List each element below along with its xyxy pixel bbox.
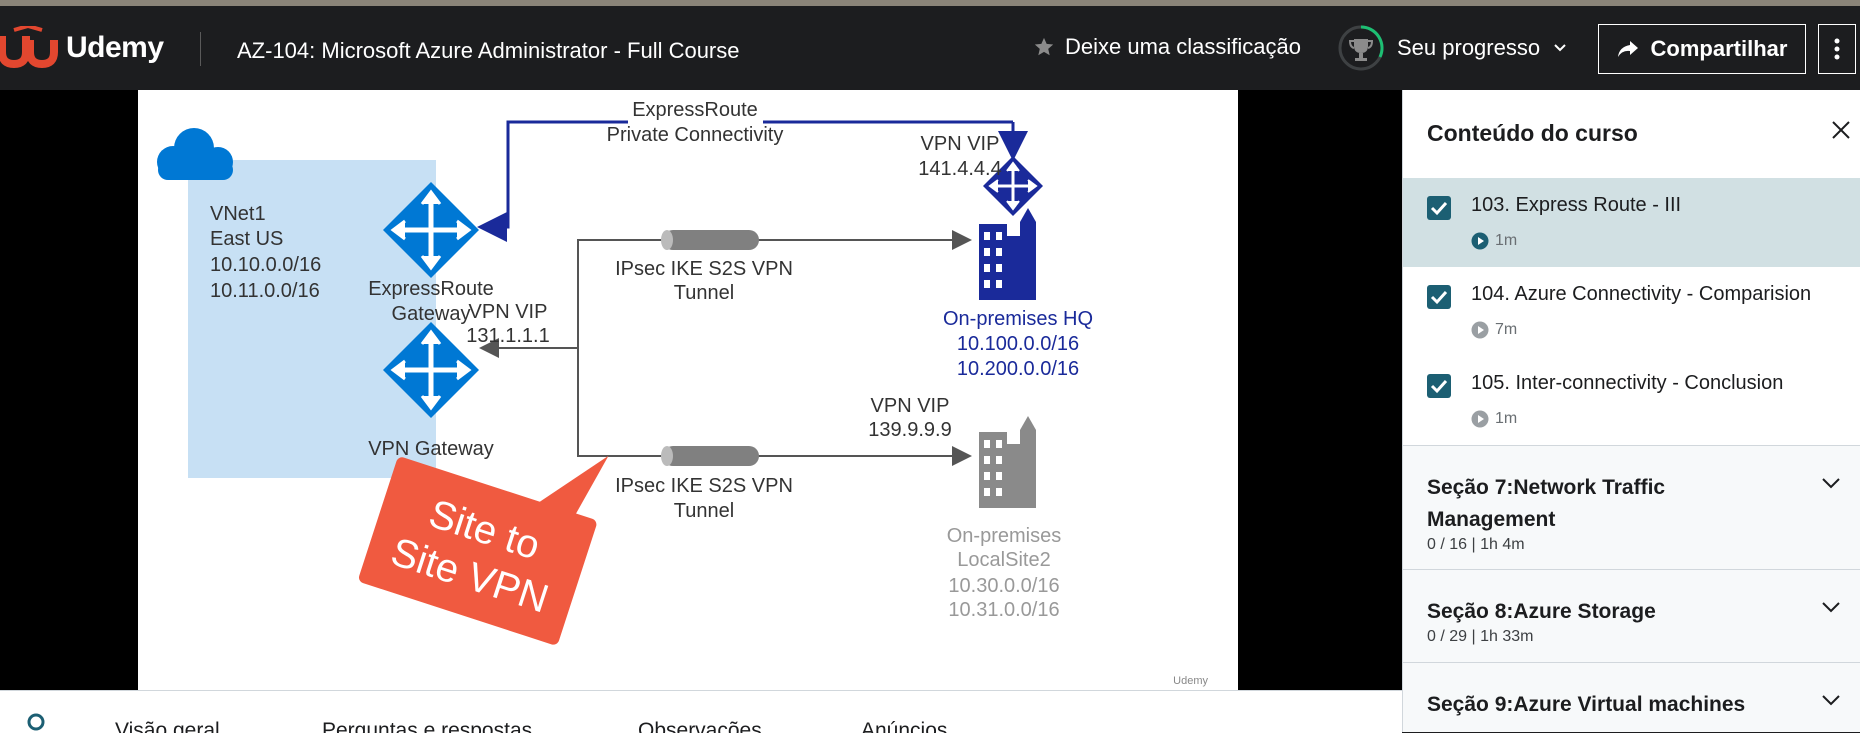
sidebar-header: Conteúdo do curso	[1403, 90, 1860, 179]
lecture-item[interactable]: 103. Express Route - III 1m	[1403, 178, 1860, 267]
vertical-dots-icon	[1834, 38, 1840, 60]
tunnel-pipe-1	[661, 230, 759, 250]
hq-vip-value: 141.4.4.4	[918, 158, 1001, 180]
sidebar-title: Conteúdo do curso	[1427, 120, 1638, 146]
course-content-sidebar: Conteúdo do curso 103. Express Route - I…	[1402, 90, 1860, 732]
trophy-progress-icon	[1338, 25, 1384, 71]
tab-qa[interactable]: Perguntas e respostas	[322, 719, 532, 733]
vnet-cidr-1: 10.10.0.0/16	[210, 254, 321, 276]
lecture-title: 104. Azure Connectivity - Comparision	[1471, 283, 1812, 305]
section-title: Seção 9:Azure Virtual machines	[1427, 693, 1746, 716]
lecture-meta: 7m	[1471, 321, 1517, 339]
chevron-down-icon	[1554, 44, 1566, 52]
tunnel-pipe-2	[661, 446, 759, 466]
lecture-duration: 1m	[1495, 232, 1518, 249]
section-meta: 0 / 16 | 1h 4m	[1427, 536, 1525, 553]
chevron-down-icon	[1822, 695, 1840, 706]
gw-vip-value: 131.1.1.1	[466, 325, 549, 347]
tab-announcements[interactable]: Anúncios	[861, 719, 947, 733]
play-circle-icon	[1471, 410, 1489, 428]
lecture-duration: 7m	[1495, 321, 1518, 338]
more-options-button[interactable]	[1818, 24, 1856, 74]
share-button[interactable]: Compartilhar	[1598, 24, 1806, 74]
tunnel1-label-1: IPsec IKE S2S VPN	[615, 258, 793, 280]
hq-vip-label: VPN VIP	[921, 133, 1000, 155]
course-tabs: Visão geral Perguntas e respostas Observ…	[0, 690, 1402, 733]
section-title: Seção 8:Azure Storage	[1427, 600, 1656, 623]
header-divider	[200, 32, 201, 66]
tunnel-hq-line	[577, 230, 972, 348]
video-player[interactable]: VNet1 East US 10.10.0.0/16 10.11.0.0/16 …	[0, 90, 1402, 690]
lecture-item[interactable]: 105. Inter-connectivity - Conclusion 1m	[1403, 356, 1860, 445]
lecture-title: 105. Inter-connectivity - Conclusion	[1471, 372, 1784, 394]
s2s-vpn-diagram: VNet1 East US 10.10.0.0/16 10.11.0.0/16 …	[157, 99, 1208, 687]
star-icon	[1034, 37, 1054, 56]
site2-cidr-1: 10.30.0.0/16	[948, 575, 1059, 597]
udemy-logo[interactable]: Udemy	[0, 26, 164, 70]
play-circle-icon	[1471, 321, 1489, 339]
share-label: Compartilhar	[1650, 36, 1788, 61]
checkbox-checked-icon[interactable]	[1427, 285, 1451, 309]
gw-vip-label: VPN VIP	[469, 301, 548, 323]
er-gateway-label-1: ExpressRoute	[368, 278, 494, 300]
site2-vip-label: VPN VIP	[871, 395, 950, 417]
lecture-meta: 1m	[1471, 232, 1517, 250]
section-title: Seção 7:Network Traffic Management	[1427, 476, 1666, 531]
tunnel2-label-1: IPsec IKE S2S VPN	[615, 475, 793, 497]
cloud-icon	[157, 128, 233, 180]
vpn-gateway-label: VPN Gateway	[368, 438, 494, 460]
section-item[interactable]: Seção 7:Network Traffic Management 0 / 1…	[1403, 445, 1860, 570]
vnet-cidr-2: 10.11.0.0/16	[210, 280, 320, 302]
checkbox-checked-icon[interactable]	[1427, 374, 1451, 398]
rate-course-label: Deixe uma classificação	[1065, 34, 1301, 59]
hq-name: On-premises HQ	[943, 308, 1093, 330]
site2-vip-value: 139.9.9.9	[868, 419, 951, 441]
hq-cidr-1: 10.100.0.0/16	[957, 333, 1079, 355]
rate-course-button[interactable]: Deixe uma classificação	[1033, 34, 1301, 60]
progress-label: Seu progresso	[1397, 35, 1541, 60]
course-header: Udemy AZ-104: Microsoft Azure Administra…	[0, 6, 1860, 90]
lecture-item[interactable]: 104. Azure Connectivity - Comparision 7m	[1403, 267, 1860, 356]
tunnel1-label-2: Tunnel	[674, 282, 734, 304]
hq-building-icon	[979, 208, 1036, 300]
tab-notes[interactable]: Observações	[638, 719, 762, 733]
tab-overview[interactable]: Visão geral	[115, 719, 220, 733]
udemy-watermark: Udemy	[1173, 675, 1208, 687]
chevron-down-icon	[1822, 478, 1840, 489]
progress-dropdown[interactable]: Seu progresso	[1337, 24, 1568, 72]
vnet-name: VNet1	[210, 203, 266, 225]
close-icon[interactable]	[1831, 120, 1851, 140]
section-meta: 0 / 29 | 1h 33m	[1427, 628, 1534, 645]
lecture-meta: 1m	[1471, 410, 1517, 428]
play-circle-icon	[1471, 232, 1489, 250]
expressroute-label-1: ExpressRoute	[632, 99, 758, 121]
course-title[interactable]: AZ-104: Microsoft Azure Administrator - …	[237, 38, 740, 64]
video-slide: VNet1 East US 10.10.0.0/16 10.11.0.0/16 …	[138, 90, 1238, 690]
vnet-region: East US	[210, 228, 283, 250]
checkbox-checked-icon[interactable]	[1427, 196, 1451, 220]
lecture-duration: 1m	[1495, 410, 1518, 427]
lecture-title: 103. Express Route - III	[1471, 194, 1682, 216]
udemy-logo-icon	[0, 26, 58, 69]
section-item[interactable]: Seção 9:Azure Virtual machines	[1403, 662, 1860, 732]
share-icon	[1617, 41, 1638, 57]
tunnel2-label-2: Tunnel	[674, 500, 734, 522]
site2-cidr-2: 10.31.0.0/16	[948, 599, 1059, 621]
site2-building-icon	[979, 416, 1036, 508]
site2-name-1: On-premises	[947, 525, 1061, 547]
chevron-down-icon	[1822, 602, 1840, 613]
search-icon[interactable]	[27, 713, 49, 733]
expressroute-label-2: Private Connectivity	[607, 124, 784, 146]
udemy-logo-text: Udemy	[66, 31, 164, 64]
er-gateway-label-2: Gateway	[392, 303, 471, 325]
section-item[interactable]: Seção 8:Azure Storage 0 / 29 | 1h 33m	[1403, 569, 1860, 663]
hq-cidr-2: 10.200.0.0/16	[957, 358, 1079, 380]
site2-name-2: LocalSite2	[957, 549, 1050, 571]
